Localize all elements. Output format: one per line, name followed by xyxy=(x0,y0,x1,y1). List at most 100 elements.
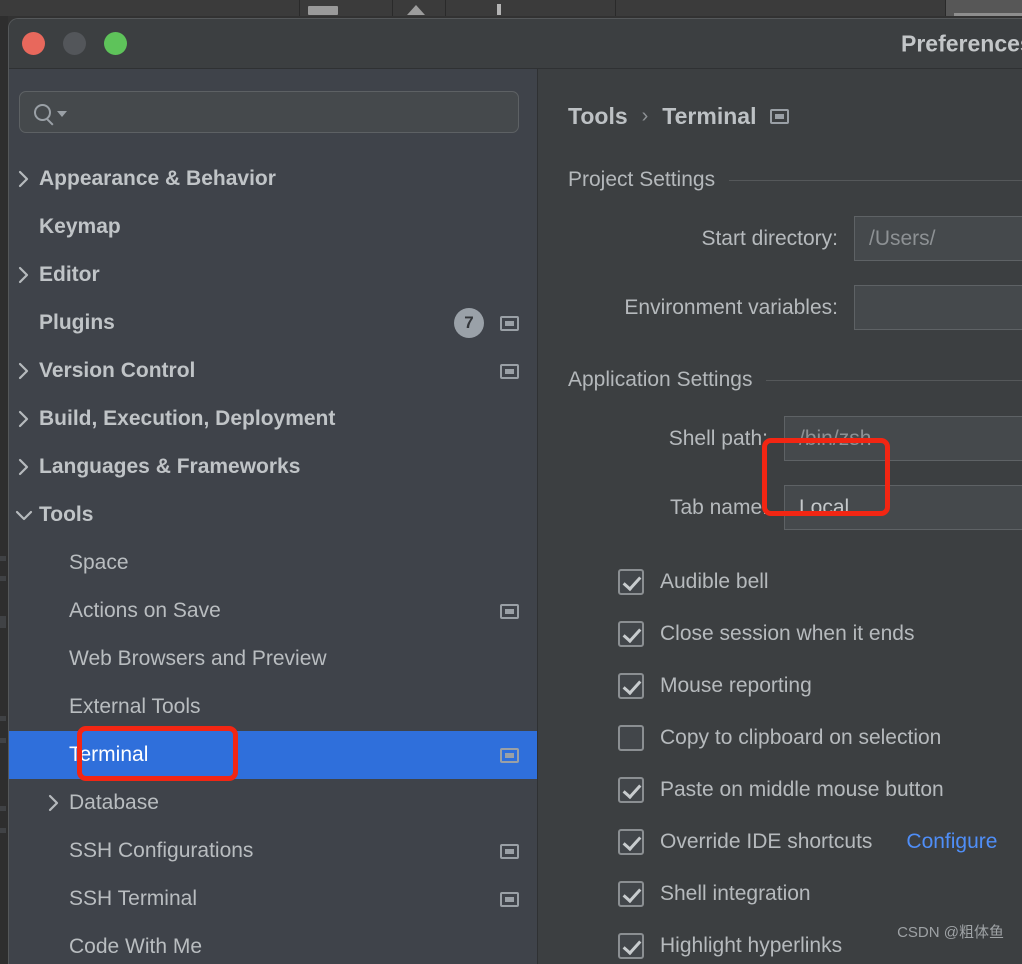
sidebar-item-label: SSH Configurations xyxy=(69,839,254,862)
configure-link[interactable]: Configure xyxy=(906,830,997,854)
checkbox-row[interactable]: Copy to clipboard on selection xyxy=(618,712,1022,764)
tab-name-input[interactable]: Local xyxy=(784,485,1022,530)
sidebar-item-ssh-terminal[interactable]: SSH Terminal xyxy=(9,875,537,923)
checkbox-shell-integration[interactable] xyxy=(618,881,644,907)
settings-panel: Tools › Terminal Project Settings Start … xyxy=(538,69,1022,964)
strip-segment[interactable] xyxy=(300,0,393,16)
scope-icon[interactable] xyxy=(500,843,519,859)
search-area xyxy=(9,69,537,133)
checkbox-highlight-hyperlinks[interactable] xyxy=(618,933,644,959)
sidebar-item-editor[interactable]: Editor xyxy=(9,251,537,299)
sidebar-item-label: Database xyxy=(69,791,159,814)
scope-icon[interactable] xyxy=(500,315,519,331)
checkbox-close-session-when-it-ends[interactable] xyxy=(618,621,644,647)
application-settings-title: Application Settings xyxy=(568,368,753,391)
sidebar-item-space[interactable]: Space xyxy=(9,539,537,587)
chevron-down-icon[interactable] xyxy=(9,509,39,521)
checkbox-override-ide-shortcuts[interactable] xyxy=(618,829,644,855)
sidebar-item-code-with-me[interactable]: Code With Me xyxy=(9,923,537,964)
sidebar-item-label: Terminal xyxy=(69,743,149,766)
sidebar-item-external-tools[interactable]: External Tools xyxy=(9,683,537,731)
scope-icon[interactable] xyxy=(770,109,790,124)
environment-variables-row: Environment variables: xyxy=(568,285,1022,330)
watermark: CSDN @粗体鱼 xyxy=(897,924,1004,941)
window-titlebar[interactable]: Preferences xyxy=(9,19,1022,69)
breadcrumb-parent[interactable]: Tools xyxy=(568,103,628,130)
checkbox-copy-to-clipboard-on-selection[interactable] xyxy=(618,725,644,751)
sidebar-item-version-control[interactable]: Version Control xyxy=(9,347,537,395)
breadcrumb-separator-icon: › xyxy=(641,105,649,127)
close-button[interactable] xyxy=(22,32,45,55)
preferences-window: Preferences Appearance & Behavior Keymap E… xyxy=(8,18,1022,964)
tab-name-label: Tab name: xyxy=(669,495,768,519)
checkbox-label: Shell integration xyxy=(660,882,811,905)
search-input[interactable] xyxy=(75,102,504,122)
plugins-count-badge: 7 xyxy=(454,308,484,338)
minimize-button[interactable] xyxy=(63,32,86,55)
application-settings-section-header: Application Settings xyxy=(568,368,1022,392)
chevron-right-icon[interactable] xyxy=(9,458,39,476)
desktop-left-edge xyxy=(0,16,8,964)
triangle-icon xyxy=(407,5,425,15)
environment-variables-input[interactable] xyxy=(854,285,1022,330)
sidebar-item-actions-on-save[interactable]: Actions on Save xyxy=(9,587,537,635)
sidebar-item-label: Build, Execution, Deployment xyxy=(39,407,336,430)
strip-segment[interactable] xyxy=(616,0,946,16)
shell-path-input[interactable]: /bin/zsh xyxy=(784,416,1022,461)
active-window-icon[interactable] xyxy=(946,0,1022,16)
row-accessories xyxy=(500,363,519,379)
checkbox-paste-on-middle-mouse-button[interactable] xyxy=(618,777,644,803)
strip-segment[interactable] xyxy=(446,0,616,16)
checkbox-row[interactable]: Mouse reporting xyxy=(618,660,1022,712)
checkbox-row[interactable]: Override IDE shortcuts Configure xyxy=(618,816,1022,868)
chevron-right-icon[interactable] xyxy=(9,266,39,284)
checkbox-row[interactable]: Shell integration xyxy=(618,868,1022,920)
breadcrumb: Tools › Terminal xyxy=(568,103,1022,130)
sidebar-item-label: Languages & Frameworks xyxy=(39,455,301,478)
scope-icon[interactable] xyxy=(500,603,519,619)
desktop-top-strip xyxy=(0,0,1022,16)
checkbox-row[interactable]: Close session when it ends xyxy=(618,608,1022,660)
sidebar-item-languages-frameworks[interactable]: Languages & Frameworks xyxy=(9,443,537,491)
strip-segment[interactable] xyxy=(393,0,446,16)
checkbox-mouse-reporting[interactable] xyxy=(618,673,644,699)
maximize-button[interactable] xyxy=(104,32,127,55)
start-directory-label: Start directory: xyxy=(701,226,838,250)
checkbox-row[interactable]: Paste on middle mouse button xyxy=(618,764,1022,816)
shell-path-row: Shell path: /bin/zsh xyxy=(568,416,1022,461)
checkbox-audible-bell[interactable] xyxy=(618,569,644,595)
search-box[interactable] xyxy=(19,91,519,133)
strip-segment xyxy=(0,0,300,16)
window-icon xyxy=(308,6,338,15)
sidebar-item-ssh-configurations[interactable]: SSH Configurations xyxy=(9,827,537,875)
checkbox-label: Highlight hyperlinks xyxy=(660,934,843,957)
sidebar-item-build-execution-deployment[interactable]: Build, Execution, Deployment xyxy=(9,395,537,443)
chevron-right-icon[interactable] xyxy=(9,170,39,188)
sidebar-item-web-browsers-and-preview[interactable]: Web Browsers and Preview xyxy=(9,635,537,683)
sidebar-item-label: SSH Terminal xyxy=(69,887,197,910)
checkbox-label: Mouse reporting xyxy=(660,674,812,697)
checkbox-label: Copy to clipboard on selection xyxy=(660,726,942,749)
sidebar-item-database[interactable]: Database xyxy=(9,779,537,827)
project-settings-title: Project Settings xyxy=(568,168,716,191)
chevron-down-icon xyxy=(57,111,67,117)
chevron-right-icon[interactable] xyxy=(39,794,69,812)
sidebar-item-label: Plugins xyxy=(39,311,115,334)
start-directory-input[interactable]: /Users/ xyxy=(854,216,1022,261)
checkbox-row[interactable]: Audible bell xyxy=(618,556,1022,608)
chevron-right-icon[interactable] xyxy=(9,410,39,428)
project-settings-section-header: Project Settings xyxy=(568,168,1022,192)
scope-icon[interactable] xyxy=(500,891,519,907)
sidebar-item-terminal[interactable]: Terminal xyxy=(9,731,537,779)
scope-icon[interactable] xyxy=(500,363,519,379)
sidebar-item-appearance-behavior[interactable]: Appearance & Behavior xyxy=(9,155,537,203)
start-directory-row: Start directory: /Users/ xyxy=(568,216,1022,261)
sidebar-item-plugins[interactable]: Plugins 7 xyxy=(9,299,537,347)
checkbox-label: Paste on middle mouse button xyxy=(660,778,944,801)
chevron-right-icon[interactable] xyxy=(9,362,39,380)
sidebar-item-keymap[interactable]: Keymap xyxy=(9,203,537,251)
scope-icon[interactable] xyxy=(500,747,519,763)
settings-tree: Appearance & Behavior Keymap Editor Plugins… xyxy=(9,155,537,964)
sidebar-item-label: Code With Me xyxy=(69,935,203,958)
sidebar-item-tools[interactable]: Tools xyxy=(9,491,537,539)
